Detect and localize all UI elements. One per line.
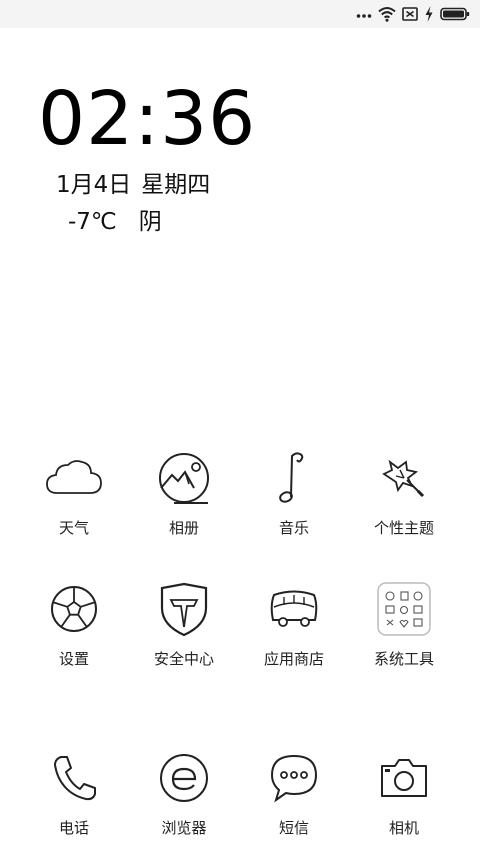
more-dots-icon [356, 14, 372, 18]
battery-icon [440, 7, 470, 21]
date-line: 1月4日 星期四 [56, 170, 210, 200]
app-security[interactable]: 安全中心 [124, 579, 244, 669]
app-label-weather: 天气 [58, 519, 89, 537]
app-messages[interactable]: 短信 [234, 748, 354, 838]
app-label-system-tools: 系统工具 [373, 650, 434, 668]
camera-icon [374, 748, 434, 808]
app-label-security: 安全中心 [153, 650, 214, 668]
date-text: 1月4日 [56, 172, 132, 198]
temperature-text: -7℃ [68, 209, 117, 235]
app-label-music: 音乐 [278, 519, 309, 537]
status-bar [0, 0, 480, 28]
wifi-icon [378, 7, 396, 22]
app-label-phone: 电话 [58, 819, 89, 837]
weather-line[interactable]: -7℃ 阴 [68, 207, 162, 237]
app-weather[interactable]: 天气 [14, 448, 134, 538]
app-label-camera: 相机 [388, 819, 419, 837]
app-store-bus-icon [264, 579, 324, 639]
app-label-themes: 个性主题 [373, 519, 434, 537]
app-label-messages: 短信 [278, 819, 309, 837]
app-camera[interactable]: 相机 [344, 748, 464, 838]
app-settings[interactable]: 设置 [14, 579, 134, 669]
app-label-store: 应用商店 [263, 650, 324, 668]
app-store[interactable]: 应用商店 [234, 579, 354, 669]
phone-handset-icon [44, 748, 104, 808]
weather-condition-text: 阴 [138, 209, 162, 235]
themes-icon [374, 448, 434, 508]
no-sim-icon [402, 7, 418, 21]
gallery-icon [154, 448, 214, 508]
status-icons [356, 5, 470, 23]
weekday-text: 星期四 [141, 172, 211, 198]
settings-gear-icon [44, 579, 104, 639]
music-note-icon [264, 448, 324, 508]
app-browser[interactable]: 浏览器 [124, 748, 244, 838]
weather-cloud-icon [44, 448, 104, 508]
app-system-tools[interactable]: 系统工具 [344, 579, 464, 669]
security-shield-icon [154, 579, 214, 639]
app-themes[interactable]: 个性主题 [344, 448, 464, 538]
messages-bubble-icon [264, 748, 324, 808]
app-label-browser: 浏览器 [161, 819, 207, 837]
app-label-gallery: 相册 [168, 519, 199, 537]
app-label-settings: 设置 [58, 650, 89, 668]
app-gallery[interactable]: 相册 [124, 448, 244, 538]
system-tools-folder-icon [374, 579, 434, 639]
browser-icon [154, 748, 214, 808]
charging-bolt-icon [425, 6, 433, 22]
app-music[interactable]: 音乐 [234, 448, 354, 538]
app-phone[interactable]: 电话 [14, 748, 134, 838]
clock-time[interactable]: 02:36 [38, 74, 256, 164]
